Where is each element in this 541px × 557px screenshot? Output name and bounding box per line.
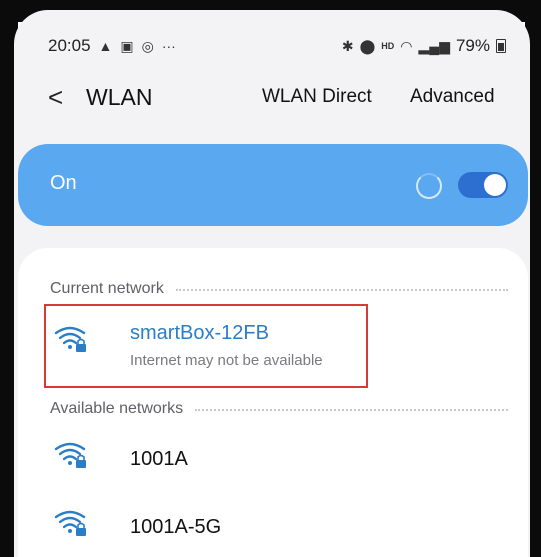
wlan-toggle-card[interactable]: On [18,144,528,226]
advanced-button[interactable]: Advanced [410,86,495,108]
network-name: 1001A [130,448,188,470]
wlan-direct-button[interactable]: WLAN Direct [262,86,372,108]
section-divider [195,409,508,411]
app-header: < WLAN WLAN Direct Advanced [14,80,530,120]
scanning-spinner-icon [416,173,442,199]
network-list: Current network smartBox-12FB Internet m… [18,248,528,557]
wlan-switch[interactable] [458,172,508,198]
hd-icon: HD [381,41,395,51]
battery-percent: 79% [455,36,490,55]
status-bar: 20:05 ▲ ▣ ◎ ··· ✱ ⬤ HD ◠ ▂▄▆ 79% [14,32,530,58]
screen: 20:05 ▲ ▣ ◎ ··· ✱ ⬤ HD ◠ ▂▄▆ 79% < WLAN … [14,10,530,557]
notification-icon: ▲ [98,38,113,54]
gallery-icon: ▣ [120,37,134,54]
more-notifications-icon: ··· [161,38,176,54]
page-title: WLAN [86,84,153,110]
status-time: 20:05 [48,36,91,55]
phone-frame: 20:05 ▲ ▣ ◎ ··· ✱ ⬤ HD ◠ ▂▄▆ 79% < WLAN … [0,0,541,557]
back-button[interactable]: < [48,82,63,113]
network-row[interactable]: 1001A-5G [18,494,528,557]
wlan-state-label: On [50,172,77,194]
sync-icon: ◎ [141,37,154,54]
available-networks-header: Available networks [50,400,508,418]
network-name: 1001A-5G [130,516,222,538]
wifi-status-icon: ◠ [400,37,413,54]
network-row[interactable]: 1001A [18,426,528,496]
section-divider [175,289,508,291]
4g-signal-icon: ▂▄▆ [418,37,450,54]
switch-knob [484,174,506,196]
wifi-lock-icon [54,510,86,536]
battery-icon [496,39,506,53]
location-icon: ⬤ [359,37,376,54]
status-left: 20:05 ▲ ▣ ◎ ··· [48,36,176,56]
highlight-annotation [44,304,368,388]
wifi-lock-icon [54,442,86,468]
current-network-label: Current network [50,280,164,297]
current-network-header: Current network [50,280,508,298]
bluetooth-icon: ✱ [341,37,354,54]
available-networks-label: Available networks [50,400,184,417]
status-right: ✱ ⬤ HD ◠ ▂▄▆ 79% [342,36,506,56]
